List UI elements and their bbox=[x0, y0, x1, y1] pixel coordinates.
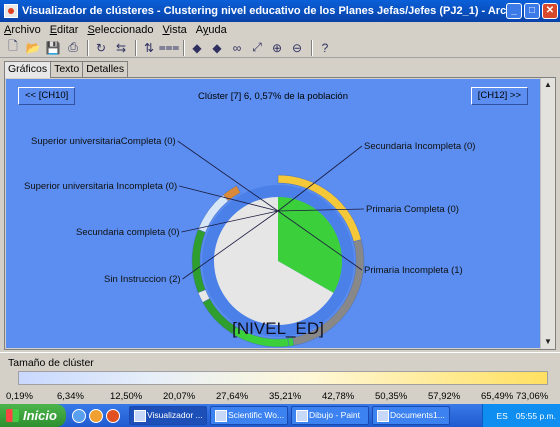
binoculars-icon[interactable]: ∞ bbox=[228, 39, 246, 57]
cluster-pie-chart: Superior universitariaCompleta (0) Superi… bbox=[24, 136, 475, 348]
size-tick-label: 27,64% bbox=[216, 391, 249, 402]
system-tray: ES 05:55 p.m. bbox=[482, 404, 560, 427]
slice-label: Sin Instruccion (2) bbox=[104, 274, 181, 285]
cluster-size-label: Tamaño de clúster bbox=[8, 357, 94, 369]
toolbar-separator bbox=[311, 39, 313, 56]
slice-label: Superior universitariaCompleta (0) bbox=[31, 136, 176, 147]
size-tick-label: 12,50% bbox=[110, 391, 143, 402]
task-visualizador[interactable]: Visualizador ... bbox=[129, 406, 207, 425]
new-icon[interactable]: 🗋 bbox=[4, 39, 22, 57]
menu-editar[interactable]: Editar bbox=[50, 24, 79, 36]
sort-icon[interactable]: ⇅ bbox=[140, 39, 158, 57]
start-label: Inicio bbox=[23, 408, 57, 423]
menu-ayuda[interactable]: Ayuda bbox=[196, 24, 227, 36]
maximize-button[interactable]: □ bbox=[524, 3, 540, 19]
menu-archivo[interactable]: Archivo bbox=[4, 24, 41, 36]
print-icon[interactable]: ⎙ bbox=[64, 39, 82, 57]
minimize-button[interactable]: _ bbox=[506, 3, 522, 19]
undo-icon[interactable]: ⇆ bbox=[112, 39, 130, 57]
size-tick-label: 0,19% bbox=[6, 391, 33, 402]
app-icon bbox=[4, 4, 18, 18]
cluster-size-legend: Tamaño de clúster 0,19% 6,34% 12,50% 20,07%… bbox=[0, 352, 560, 404]
quick-launch bbox=[72, 408, 123, 423]
cluster-size-ticks: 0,19% 6,34% 12,50% 20,07% 27,64% 35,21% 42,78%… bbox=[0, 391, 560, 403]
scroll-down-icon[interactable]: ▼ bbox=[541, 335, 555, 349]
menu-vista[interactable]: Vista bbox=[163, 24, 187, 36]
clock: 05:55 p.m. bbox=[515, 410, 556, 421]
chart-panel: << [CH10] [CH12] >> Clúster [7] 6, 0,57%… bbox=[4, 77, 556, 350]
task-scientific[interactable]: Scientific Wo... bbox=[210, 406, 288, 425]
slice-label: Primaria Completa (0) bbox=[366, 204, 459, 215]
size-tick-label: 50,35% bbox=[375, 391, 408, 402]
close-button[interactable]: ✕ bbox=[542, 3, 558, 19]
language-indicator[interactable]: ES bbox=[496, 411, 507, 421]
size-tick-label: 35,21% bbox=[269, 391, 302, 402]
cluster-size-gradient bbox=[18, 371, 548, 385]
size-tick-label: 20,07% bbox=[163, 391, 196, 402]
zoom-in-icon[interactable]: ⊕ bbox=[268, 39, 286, 57]
tab-strip: Gráficos Texto Detalles bbox=[4, 61, 129, 78]
chart-title: [NIVEL_ED] bbox=[232, 319, 324, 338]
title-bar: Visualizador de clústeres - Clustering n… bbox=[0, 0, 560, 22]
start-button[interactable]: Inicio bbox=[0, 404, 66, 427]
filter-icon[interactable]: ⩶ bbox=[159, 39, 180, 57]
toolbar-separator bbox=[135, 39, 137, 56]
cluster-caption: Clúster [7] 6, 0,57% de la población bbox=[198, 91, 348, 102]
tab-graficos[interactable]: Gráficos bbox=[4, 61, 52, 78]
save-icon[interactable]: 💾 bbox=[44, 39, 62, 57]
menu-bar: Archivo Editar Seleccionado Vista Ayuda bbox=[0, 22, 560, 38]
slice-label: Secundaria Incompleta (0) bbox=[364, 141, 475, 152]
open-icon[interactable]: 📂 bbox=[24, 39, 42, 57]
size-tick-label: 73,06% bbox=[516, 391, 549, 402]
windows-logo-icon bbox=[6, 409, 19, 422]
vertical-scrollbar[interactable]: ▲ ▼ bbox=[540, 78, 555, 349]
forward-icon[interactable]: ◆ bbox=[208, 39, 226, 57]
media-icon[interactable] bbox=[89, 408, 103, 423]
window-title: Visualizador de clústeres - Clustering n… bbox=[22, 5, 506, 17]
size-tick-label: 6,34% bbox=[57, 391, 84, 402]
slice-label: Superior universitaria Incompleta (0) bbox=[24, 181, 177, 192]
size-tick-label: 57,92% bbox=[428, 391, 461, 402]
taskbar: Inicio Visualizador ... Scientific Wo...… bbox=[0, 404, 560, 427]
slice-label: Secundaria completa (0) bbox=[76, 227, 180, 238]
ie-icon[interactable] bbox=[72, 408, 86, 423]
back-icon[interactable]: ◆ bbox=[188, 39, 206, 57]
toolbar: 🗋 📂 💾 ⎙ ↻ ⇆ ⇅ ⩶ ◆ ◆ ∞ ⤢ ⊕ ⊖ ? bbox=[0, 38, 560, 58]
tab-detalles[interactable]: Detalles bbox=[82, 61, 129, 77]
refresh-icon[interactable]: ↻ bbox=[92, 39, 110, 57]
size-tick-label: 42,78% bbox=[322, 391, 355, 402]
menu-seleccionado[interactable]: Seleccionado bbox=[87, 24, 153, 36]
toolbar-separator bbox=[183, 39, 185, 56]
zoom-out-icon[interactable]: ⊖ bbox=[288, 39, 306, 57]
slice-label: Primaria Incompleta (1) bbox=[364, 265, 463, 276]
fit-icon[interactable]: ⤢ bbox=[248, 39, 266, 57]
tab-texto[interactable]: Texto bbox=[50, 61, 84, 77]
task-paint[interactable]: Dibujo - Paint bbox=[291, 406, 369, 425]
cluster-plot: << [CH10] [CH12] >> Clúster [7] 6, 0,57%… bbox=[6, 79, 540, 348]
help-icon[interactable]: ? bbox=[316, 39, 334, 57]
scroll-up-icon[interactable]: ▲ bbox=[541, 78, 555, 92]
toolbar-separator bbox=[87, 39, 89, 56]
firefox-icon[interactable] bbox=[106, 408, 120, 423]
task-documents[interactable]: Documents1... bbox=[372, 406, 450, 425]
size-tick-label: 65,49% bbox=[481, 391, 514, 402]
